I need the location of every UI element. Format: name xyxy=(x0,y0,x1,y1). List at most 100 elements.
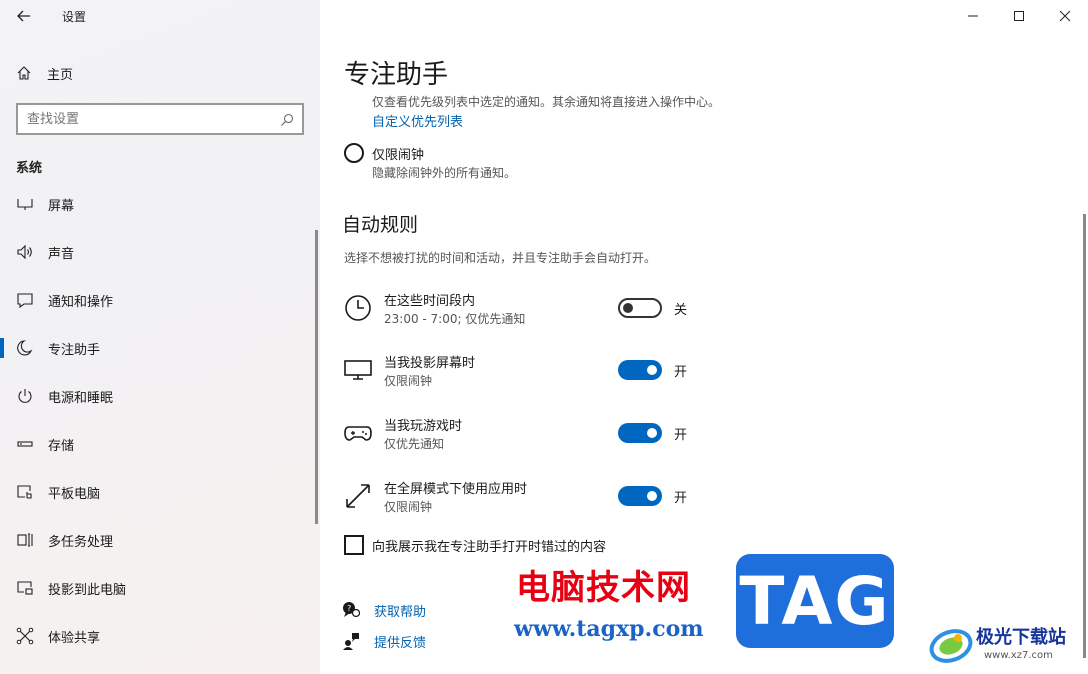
toggle-projecting[interactable] xyxy=(618,360,662,380)
close-button[interactable] xyxy=(1042,0,1088,32)
toggle-knob xyxy=(647,428,657,438)
display-icon xyxy=(15,194,35,214)
aurora-logo-icon xyxy=(929,629,973,663)
sidebar-item-shared[interactable]: 体验共享 xyxy=(0,612,316,660)
section-label-system: 系统 xyxy=(16,161,43,176)
toggle-knob xyxy=(647,491,657,501)
rule-projecting: 当我投影屏幕时 仅限闹钟 开 xyxy=(342,352,702,402)
active-indicator xyxy=(0,338,4,358)
toggle-gaming[interactable] xyxy=(618,423,662,443)
sidebar-item-label: 电源和睡眠 xyxy=(48,390,114,406)
rule-name: 当我投影屏幕时 xyxy=(384,356,476,371)
customize-priority-link[interactable]: 自定义优先列表 xyxy=(372,111,463,130)
close-icon xyxy=(1059,10,1071,22)
rule-fullscreen: 在全屏模式下使用应用时 仅限闹钟 开 xyxy=(342,478,702,528)
sidebar-item-label: 通知和操作 xyxy=(48,294,114,310)
help-chat-icon: ? xyxy=(342,601,360,619)
power-icon xyxy=(15,386,35,406)
sidebar-item-label: 体验共享 xyxy=(48,630,101,646)
title-bar: 设置 xyxy=(0,0,320,32)
rule-subtitle: 仅限闹钟 xyxy=(384,500,433,514)
sidebar-item-label: 专注助手 xyxy=(48,342,101,358)
alarms-only-description: 隐藏除闹钟外的所有通知。 xyxy=(372,166,517,180)
give-feedback-link[interactable]: 提供反馈 xyxy=(342,631,426,651)
back-button[interactable] xyxy=(10,4,38,28)
rule-name: 在全屏模式下使用应用时 xyxy=(384,482,528,497)
sidebar-item-tablet[interactable]: 平板电脑 xyxy=(0,468,316,516)
sidebar-item-project[interactable]: 投影到此电脑 xyxy=(0,564,316,612)
rule-during-times: 在这些时间段内 23:00 - 7:00; 仅优先通知 关 xyxy=(342,290,702,340)
page-title: 专注助手 xyxy=(344,60,449,90)
rule-subtitle: 23:00 - 7:00; 仅优先通知 xyxy=(384,312,526,326)
minimize-icon xyxy=(968,15,978,17)
give-feedback-label: 提供反馈 xyxy=(374,635,427,651)
rule-subtitle: 仅限闹钟 xyxy=(384,374,433,388)
minimize-button[interactable] xyxy=(950,0,996,32)
priority-description: 仅查看优先级列表中选定的通知。其余通知将直接进入操作中心。 xyxy=(372,95,721,109)
sidebar-scrollbar[interactable] xyxy=(315,230,318,524)
share-icon xyxy=(15,626,35,646)
sidebar-item-multitasking[interactable]: 多任务处理 xyxy=(0,516,316,564)
alarms-only-label: 仅限闹钟 xyxy=(372,148,425,163)
watermark-site-logo: 极光下载站 www.xz7.com xyxy=(928,620,1084,668)
rule-name: 当我玩游戏时 xyxy=(384,419,463,434)
sidebar-item-sound[interactable]: 声音 xyxy=(0,228,316,276)
sidebar-item-storage[interactable]: 存储 xyxy=(0,420,316,468)
sidebar: 设置 主页 系统 屏幕 声音 通知和操作 xyxy=(0,0,320,674)
show-missed-checkbox[interactable] xyxy=(344,535,364,555)
search-box[interactable] xyxy=(16,103,304,135)
sidebar-item-label: 存储 xyxy=(48,438,75,454)
notification-icon xyxy=(15,290,35,310)
auto-rules-description: 选择不想被打扰的时间和活动，并且专注助手会自动打开。 xyxy=(344,251,657,265)
app-title: 设置 xyxy=(62,10,87,24)
maximize-button[interactable] xyxy=(996,0,1042,32)
home-icon xyxy=(16,65,32,81)
show-missed-label: 向我展示我在专注助手打开时错过的内容 xyxy=(372,540,607,555)
nav-list: 屏幕 声音 通知和操作 专注助手 电源和睡眠 存储 平板电脑 多任务处理 投影到… xyxy=(0,186,320,674)
feedback-icon xyxy=(342,632,360,650)
sidebar-item-label: 屏幕 xyxy=(48,198,75,214)
watermark-site-url: www.xz7.com xyxy=(984,650,1053,661)
tablet-icon xyxy=(15,482,35,502)
toggle-during-times[interactable] xyxy=(618,298,662,318)
watermark-tag-logo: TAG xyxy=(736,554,894,648)
toggle-knob xyxy=(647,365,657,375)
alarms-only-radio[interactable] xyxy=(344,143,364,163)
gamepad-icon xyxy=(342,417,374,449)
toggle-state-label: 关 xyxy=(674,303,688,318)
speaker-icon xyxy=(15,242,35,262)
toggle-state-label: 开 xyxy=(674,365,688,380)
toggle-state-label: 开 xyxy=(674,428,688,443)
sidebar-item-label: 平板电脑 xyxy=(48,486,101,502)
home-nav-item[interactable]: 主页 xyxy=(0,56,320,90)
sidebar-item-focus-assist[interactable]: 专注助手 xyxy=(0,324,316,372)
sidebar-item-power[interactable]: 电源和睡眠 xyxy=(0,372,316,420)
rule-name[interactable]: 在这些时间段内 xyxy=(384,290,475,309)
rule-gaming: 当我玩游戏时 仅优先通知 开 xyxy=(342,415,702,465)
auto-rules-title: 自动规则 xyxy=(342,214,419,236)
toggle-fullscreen[interactable] xyxy=(618,486,662,506)
home-label: 主页 xyxy=(47,67,74,83)
back-arrow-icon xyxy=(17,10,30,22)
project-icon xyxy=(15,578,35,598)
sidebar-item-label: 多任务处理 xyxy=(48,534,114,550)
sidebar-item-display[interactable]: 屏幕 xyxy=(0,186,316,228)
watermark-site-name: 极光下载站 xyxy=(976,627,1066,648)
toggle-knob xyxy=(623,303,633,313)
sidebar-item-label: 声音 xyxy=(48,246,75,262)
get-help-label: 获取帮助 xyxy=(374,604,427,620)
toggle-state-label: 开 xyxy=(674,491,688,506)
get-help-link[interactable]: ? 获取帮助 xyxy=(342,600,426,620)
watermark-url: www.tagxp.com xyxy=(514,616,704,642)
multitask-icon xyxy=(15,530,35,550)
main-content: 专注助手 仅查看优先级列表中选定的通知。其余通知将直接进入操作中心。 自定义优先… xyxy=(320,0,1088,674)
window-controls xyxy=(950,0,1088,32)
search-input[interactable] xyxy=(18,105,258,133)
fullscreen-icon xyxy=(342,480,374,512)
main-scrollbar[interactable] xyxy=(1083,214,1086,658)
clock-icon xyxy=(342,292,374,324)
sidebar-item-label: 投影到此电脑 xyxy=(48,582,127,598)
moon-icon xyxy=(15,338,35,358)
monitor-icon xyxy=(342,354,374,386)
sidebar-item-notifications[interactable]: 通知和操作 xyxy=(0,276,316,324)
